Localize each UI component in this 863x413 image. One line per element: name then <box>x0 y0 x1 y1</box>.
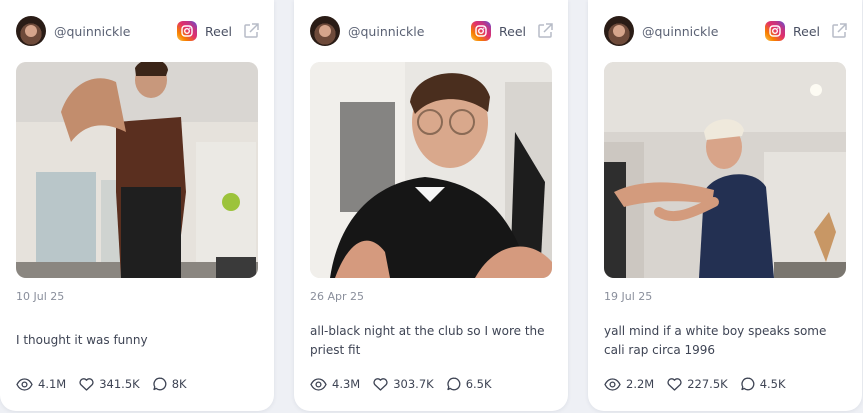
post-caption: I thought it was funny <box>16 333 148 347</box>
likes-count: 303.7K <box>393 377 434 391</box>
post-type-label: Reel <box>793 23 820 39</box>
post-card[interactable]: @quinnickle Reel 10 Jul 25 I thought it … <box>0 0 274 411</box>
post-card[interactable]: @quinnickle Reel 26 Apr 25 all-black nig… <box>294 0 568 411</box>
likes-stat: 303.7K <box>373 377 434 391</box>
external-link-icon[interactable] <box>830 22 848 40</box>
comment-icon <box>447 377 461 391</box>
post-stats: 2.2M 227.5K 4.5K <box>604 377 799 391</box>
post-stats: 4.1M 341.5K 8K <box>16 377 200 391</box>
card-header: @quinnickle Reel <box>16 16 260 46</box>
likes-count: 227.5K <box>687 377 728 391</box>
views-count: 4.3M <box>332 377 361 391</box>
username[interactable]: @quinnickle <box>348 24 424 39</box>
likes-count: 341.5K <box>99 377 140 391</box>
post-date: 10 Jul 25 <box>16 290 65 303</box>
instagram-icon <box>471 21 492 41</box>
comments-stat: 4.5K <box>741 377 786 391</box>
heart-icon <box>667 377 682 391</box>
eye-icon <box>310 377 327 391</box>
post-type-label: Reel <box>499 23 526 39</box>
likes-stat: 341.5K <box>79 377 140 391</box>
instagram-icon <box>177 21 198 41</box>
post-date: 19 Jul 25 <box>604 290 653 303</box>
avatar[interactable] <box>310 16 340 46</box>
comments-count: 4.5K <box>759 377 786 391</box>
username[interactable]: @quinnickle <box>54 24 130 39</box>
instagram-icon <box>765 21 786 41</box>
eye-icon <box>16 377 33 391</box>
comments-stat: 6.5K <box>447 377 492 391</box>
views-count: 4.1M <box>38 377 67 391</box>
heart-icon <box>79 377 94 391</box>
comment-icon <box>153 377 167 391</box>
avatar[interactable] <box>16 16 46 46</box>
comments-count: 8K <box>171 377 187 391</box>
card-header: @quinnickle Reel <box>310 16 554 46</box>
heart-icon <box>373 377 388 391</box>
likes-stat: 227.5K <box>667 377 728 391</box>
views-stat: 2.2M <box>604 377 654 391</box>
external-link-icon[interactable] <box>242 22 260 40</box>
comment-icon <box>741 377 755 391</box>
post-type-label: Reel <box>205 23 232 39</box>
avatar[interactable] <box>604 16 634 46</box>
eye-icon <box>604 377 621 391</box>
views-count: 2.2M <box>626 377 655 391</box>
external-link-icon[interactable] <box>536 22 554 40</box>
post-thumbnail[interactable] <box>604 62 846 278</box>
username[interactable]: @quinnickle <box>642 24 718 39</box>
post-thumbnail[interactable] <box>310 62 552 278</box>
post-caption: all-black night at the club so I wore th… <box>310 324 545 357</box>
post-caption: yall mind if a white boy speaks some cal… <box>604 324 827 357</box>
post-date: 26 Apr 25 <box>310 290 365 303</box>
post-card[interactable]: @quinnickle Reel 19 Jul 25 yall mind if … <box>588 0 862 411</box>
views-stat: 4.1M <box>16 377 66 391</box>
post-thumbnail[interactable] <box>16 62 258 278</box>
card-header: @quinnickle Reel <box>604 16 848 46</box>
views-stat: 4.3M <box>310 377 360 391</box>
post-stats: 4.3M 303.7K 6.5K <box>310 377 505 391</box>
comments-stat: 8K <box>153 377 187 391</box>
comments-count: 6.5K <box>465 377 492 391</box>
